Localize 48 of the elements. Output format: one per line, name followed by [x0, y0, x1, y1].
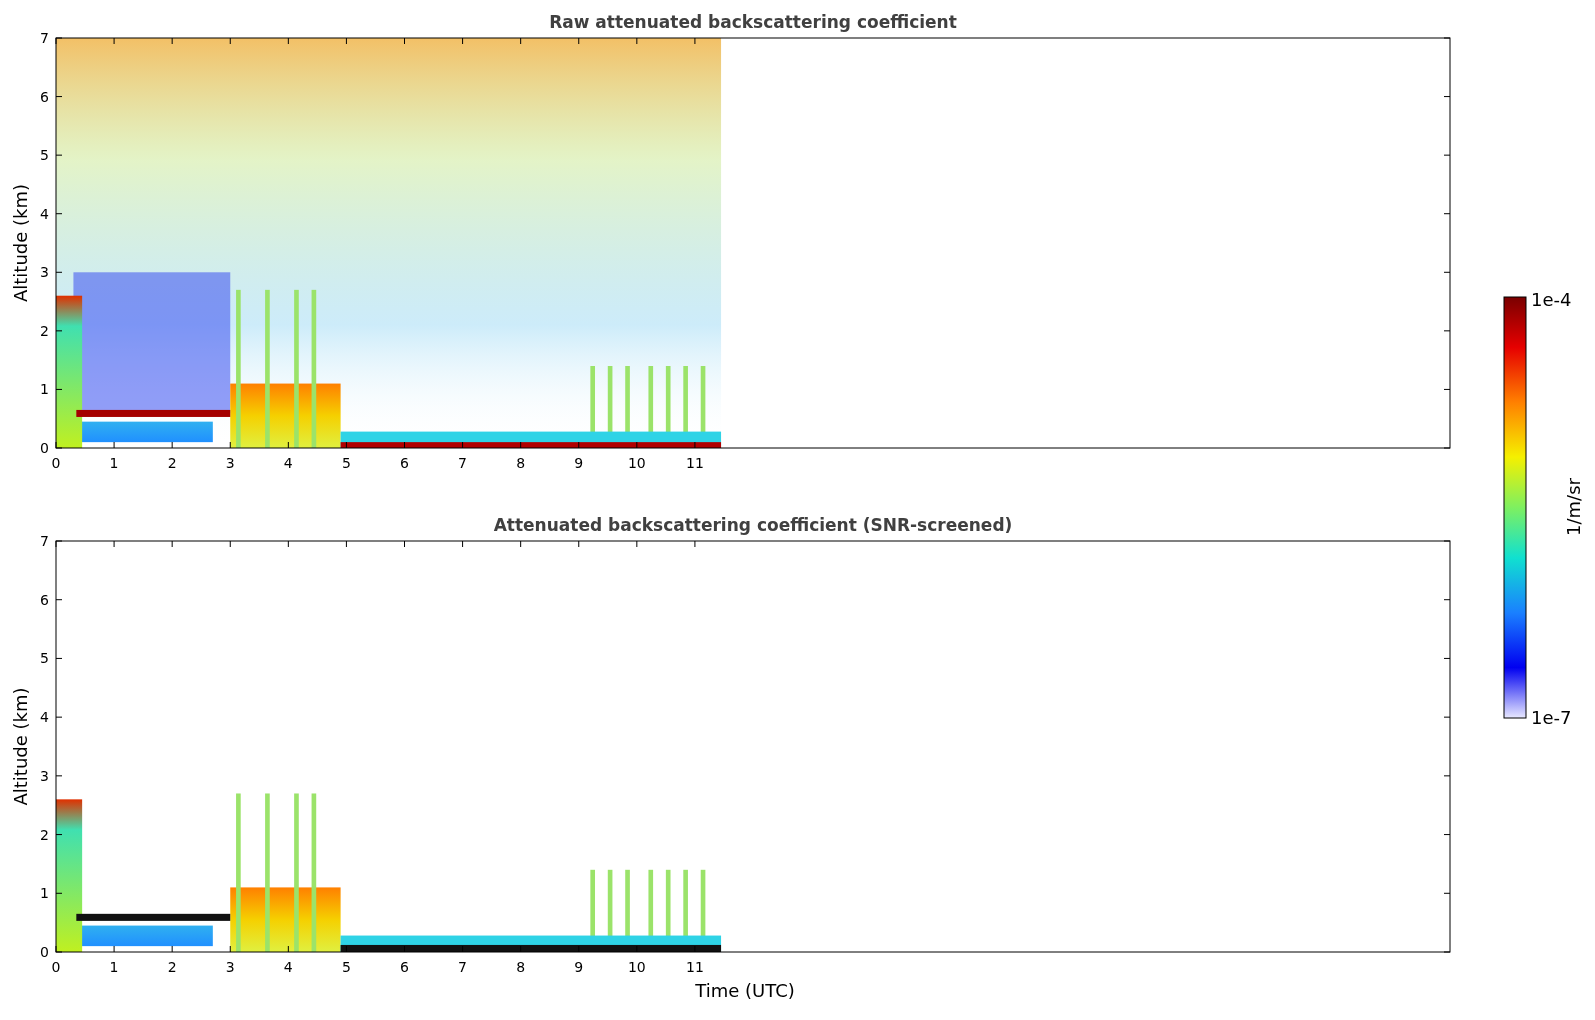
- y-axis-label: Altitude (km): [10, 183, 31, 303]
- x-tick-label: 0: [51, 455, 61, 471]
- y-tick-label: 4: [40, 709, 49, 726]
- x-tick-label: 1: [109, 455, 119, 471]
- x-tick-label: 0: [51, 959, 61, 975]
- x-tick-label: 10: [627, 455, 646, 471]
- x-tick-label: 9: [574, 455, 584, 471]
- x-tick-label: 9: [574, 959, 584, 975]
- y-tick-label: 1: [40, 885, 49, 902]
- y-tick-label: 5: [40, 147, 49, 164]
- y-tick-label: 0: [40, 440, 49, 456]
- colorbar-unit-label: 1/m/sr: [1563, 478, 1584, 536]
- y-tick-label: 6: [40, 88, 49, 105]
- y-tick-label: 5: [40, 650, 49, 667]
- x-tick-label: 5: [341, 455, 351, 471]
- y-tick-label: 6: [40, 591, 49, 608]
- x-tick-label: 3: [225, 455, 235, 471]
- plot-title: Attenuated backscattering coefficient (SNR-screened): [493, 515, 1013, 535]
- x-tick-label: 6: [400, 455, 409, 471]
- x-tick-label: 11: [686, 455, 704, 471]
- y-tick-label: 2: [40, 322, 49, 339]
- x-tick-label: 11: [686, 959, 704, 975]
- y-tick-label: 7: [40, 30, 49, 46]
- x-tick-label: 3: [225, 959, 235, 975]
- x-tick-label: 10: [627, 959, 646, 975]
- x-tick-label: 7: [458, 959, 468, 975]
- x-tick-label: 1: [109, 959, 119, 975]
- y-tick-label: 0: [40, 944, 49, 960]
- y-tick-label: 3: [40, 264, 49, 281]
- x-tick-label: 8: [516, 959, 526, 975]
- x-tick-label: 4: [283, 455, 293, 471]
- x-axis-label: Time (UTC): [695, 980, 795, 1001]
- y-tick-label: 4: [40, 205, 49, 222]
- x-tick-label: 6: [400, 959, 409, 975]
- x-tick-label: 2: [167, 455, 177, 471]
- y-tick-label: 1: [40, 381, 49, 398]
- plot-title: Raw attenuated backscattering coefficient: [549, 12, 957, 32]
- x-tick-label: 4: [283, 959, 293, 975]
- x-tick-label: 8: [516, 455, 526, 471]
- x-tick-label: 5: [341, 959, 351, 975]
- y-tick-label: 7: [40, 533, 49, 549]
- x-tick-label: 2: [167, 959, 177, 975]
- x-tick-label: 7: [458, 455, 468, 471]
- colorbar-max-label: 1e-4: [1531, 289, 1572, 310]
- y-axis-label: Altitude (km): [10, 687, 31, 806]
- y-tick-label: 2: [40, 826, 49, 843]
- colorbar-min-label: 1e-7: [1531, 707, 1572, 728]
- y-tick-label: 3: [40, 767, 49, 784]
